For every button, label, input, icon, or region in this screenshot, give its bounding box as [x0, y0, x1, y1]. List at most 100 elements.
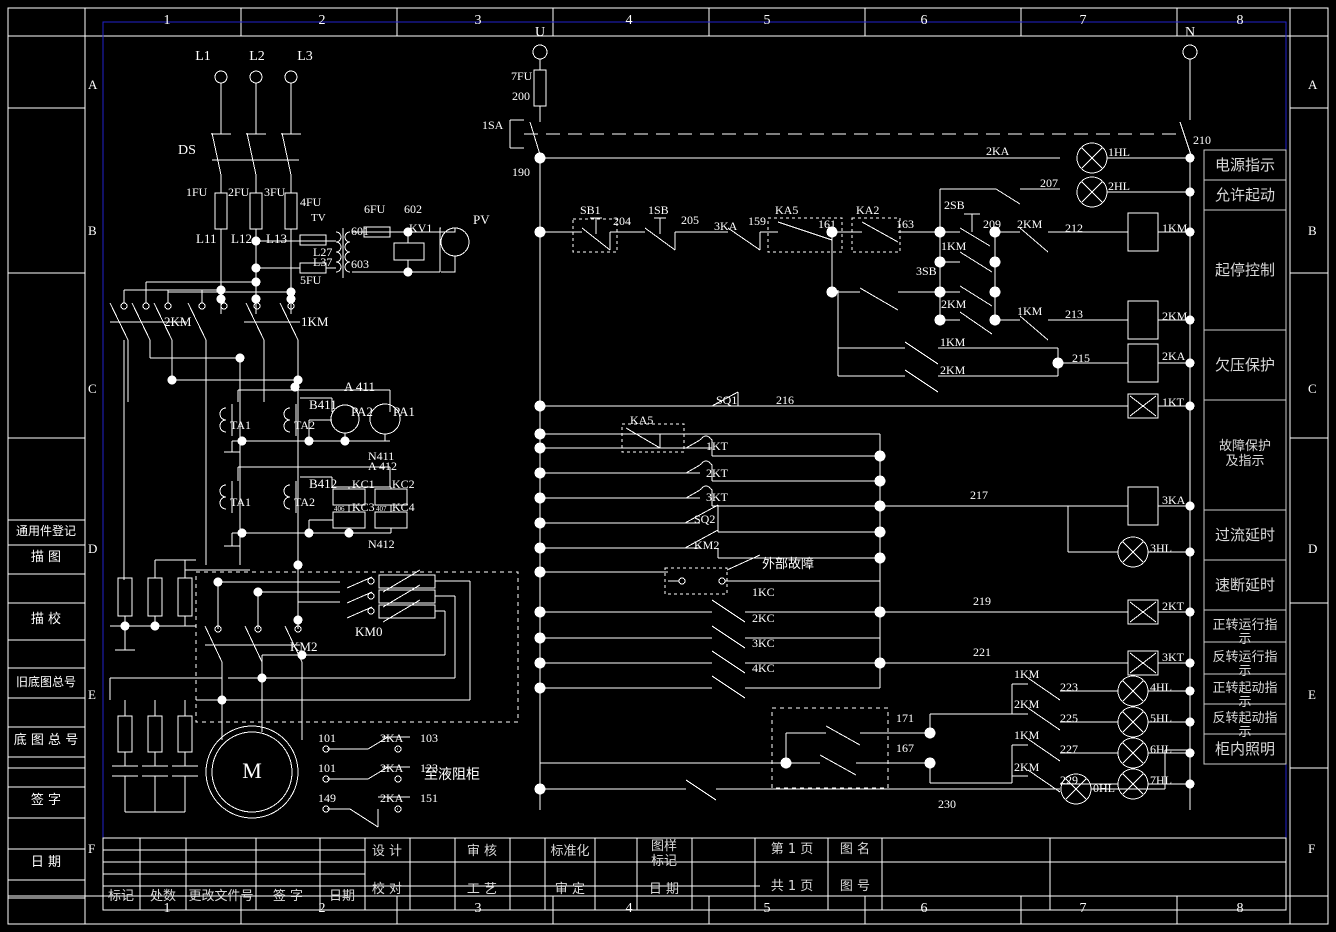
row-label-a-right: A	[1308, 77, 1318, 92]
function-label-10: 反转起动指示	[1212, 710, 1278, 741]
phase-label-l2: L2	[249, 49, 265, 64]
wire-label-217: 219	[973, 594, 991, 608]
coil-label-1kt: 1KT	[1162, 395, 1184, 409]
wire-label-159: 159	[748, 214, 766, 228]
relay-small-label-407: 407	[376, 505, 387, 513]
left-form-label-11: 日 期	[30, 855, 62, 871]
function-label-8: 反转运行指示	[1212, 649, 1278, 680]
contactor-label-1km-power: 1KM	[301, 314, 329, 329]
fuse-label-6fu: 6FU	[364, 202, 386, 216]
column-label-1: 1	[163, 13, 171, 28]
wire-label-163: 163	[896, 217, 914, 231]
column-label-4: 4	[625, 13, 633, 28]
relay-label-kc3: KC3	[352, 500, 375, 514]
wire-label-204: 204	[613, 214, 631, 228]
fuse-label-4fu: 4FU	[300, 195, 322, 209]
wire-label-221: 221	[973, 645, 991, 659]
lamp-label-7hl: 7HL	[1150, 773, 1172, 787]
button-label-3sb: 3SB	[916, 264, 937, 278]
wire-label-225: 225	[1060, 711, 1078, 725]
title-revision-count: 处数	[149, 889, 177, 904]
row-label-e-right: E	[1308, 687, 1316, 702]
function-label-11: 柜内照明	[1214, 739, 1275, 758]
contactor-label-km0: KM0	[355, 624, 383, 639]
relay-small-label-406: 406	[334, 505, 345, 513]
wire-label-602: 602	[404, 202, 422, 216]
wire-label-219: 217	[970, 488, 988, 502]
title-role-date: 日 期	[648, 882, 680, 897]
wire-label-205: 205	[681, 213, 699, 227]
lamp-label-4hl: 4HL	[1150, 680, 1172, 694]
wire-label-215: 215	[1072, 351, 1090, 365]
relay-label-kc1: KC1	[352, 477, 375, 491]
relay-label-2km-contact-212: 2KM	[1017, 217, 1043, 231]
wire-label-603: 603	[351, 257, 369, 271]
relay-label-ka5-lower: KA5	[630, 413, 654, 427]
wire-label-a412: A 412	[368, 459, 398, 473]
relay-label-1km-nc: 1KM	[940, 335, 966, 349]
switch-label-sq1: SQ2	[694, 512, 716, 526]
column-label-5: 5	[763, 13, 771, 28]
switch-label-sq2: KM2	[694, 538, 720, 552]
column-label-bottom-7: 7	[1079, 901, 1087, 916]
function-label-5: 过流延时	[1214, 525, 1275, 544]
function-label-9: 正转起动指示	[1212, 680, 1278, 711]
wire-label-230: 230	[938, 797, 956, 811]
relay-label-1km-aux: 1KM	[941, 239, 967, 253]
wire-label-161: 161	[818, 217, 836, 231]
contact-label-1km-223: 1KM	[1014, 667, 1040, 681]
row-label-d-right: D	[1308, 541, 1318, 556]
row-label-b-right: B	[1308, 223, 1317, 238]
relay-label-kc2: KC2	[392, 477, 415, 491]
left-form-label-0: 通用件登记	[15, 524, 76, 539]
wire-label-227: 227	[1060, 742, 1078, 756]
switch-label-1sa: 1SA	[482, 118, 504, 132]
remote-right-2: 123	[420, 761, 438, 775]
external-fault-note: 外部故障	[762, 557, 815, 572]
lamp-label-6hl: 6HL	[1150, 742, 1172, 756]
contact-label-3kt: 3KT	[706, 490, 728, 504]
tap-label-l37: L37	[313, 255, 333, 269]
remote-left-1: 101	[318, 731, 336, 745]
title-role-process: 工 艺	[466, 882, 498, 897]
wire-label-200: 200	[512, 89, 530, 103]
title-role-review: 审 核	[466, 844, 498, 859]
fuse-label-5fu: 5FU	[300, 273, 322, 287]
row-label-c-right: C	[1308, 381, 1317, 396]
lamp-label-3hl: 3HL	[1150, 541, 1172, 555]
ct-label-ta2-upper: TA2	[294, 418, 316, 432]
wire-label-l11: L11	[196, 231, 217, 246]
title-drawing-number-label: 图 号	[839, 879, 871, 894]
column-label-bottom-8: 8	[1236, 901, 1244, 916]
phase-label-l3: L3	[297, 49, 313, 64]
contact-label-2kt: 2KT	[706, 466, 728, 480]
column-label-2: 2	[318, 13, 326, 28]
title-revision-date: 日期	[328, 889, 356, 904]
title-revision-doc: 更改文件号	[188, 889, 254, 904]
wire-label-n412: N412	[368, 537, 395, 551]
wire-label-167: 167	[896, 741, 914, 755]
row-label-c-left: C	[88, 381, 97, 396]
wire-label-210: 210	[1193, 133, 1211, 147]
title-revision-mark: 标记	[107, 889, 135, 904]
button-label-sb1: SB1	[580, 203, 601, 217]
coil-label-3ka: 3KA	[1162, 493, 1186, 507]
remote-left-3: 149	[318, 791, 336, 805]
remote-device-3: 2KA	[380, 791, 404, 805]
relay-label-kc4: KC4	[392, 500, 415, 514]
title-page-current: 第 1 页	[770, 842, 814, 857]
coil-label-2kt: 2KT	[1162, 599, 1184, 613]
function-label-1: 允许起动	[1214, 185, 1275, 204]
relay-label-ka2-contact: KA2	[856, 203, 880, 217]
wire-label-l13: L13	[266, 231, 287, 246]
contact-label-1kt: 1KT	[706, 439, 728, 453]
row-label-f-right: F	[1308, 841, 1316, 856]
contact-label-2km-229: 2KM	[1014, 760, 1040, 774]
contact-label-4kc: 4KC	[752, 661, 775, 675]
contact-label-2km-225: 2KM	[1014, 697, 1040, 711]
row-label-e-left: E	[88, 687, 96, 702]
wire-label-a411: A 411	[344, 379, 375, 394]
wire-label-212: 212	[1065, 221, 1083, 235]
cad-drawing-canvas: 1 2 3 4 5 6 7 8 1 2 3 4 5 6 7 8 A B C D …	[0, 0, 1336, 932]
coil-label-2km: 2KM	[1162, 309, 1188, 323]
